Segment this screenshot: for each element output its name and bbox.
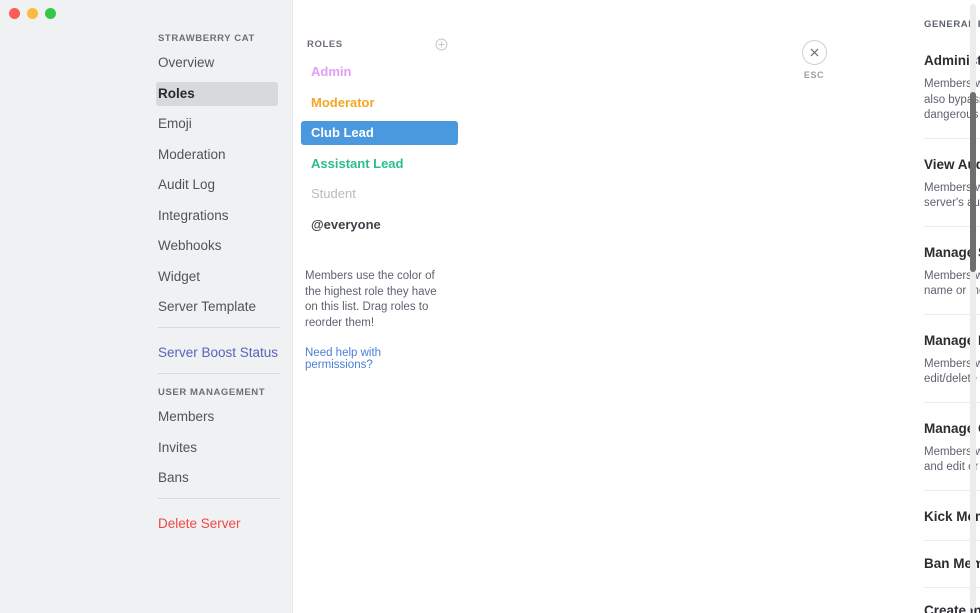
roles-list-panel: ROLES Admin Moderator Club Lead Assistan… (292, 0, 462, 613)
settings-sidebar: STRAWBERRY CAT Overview Roles Emoji Mode… (0, 0, 292, 613)
sidebar-server-header: STRAWBERRY CAT (158, 33, 255, 44)
sidebar-item-overview[interactable]: Overview (156, 51, 278, 75)
permissions-panel: GENERAL PERMISSIONS Administrator Member… (462, 0, 980, 613)
sidebar-divider-2 (158, 373, 280, 374)
window-minimize-button[interactable] (27, 8, 38, 19)
role-item-admin[interactable]: Admin (301, 60, 458, 84)
window-traffic-lights (9, 8, 56, 19)
role-item-everyone[interactable]: @everyone (301, 213, 458, 237)
role-item-student[interactable]: Student (301, 182, 458, 206)
sidebar-divider-1 (158, 327, 280, 328)
sidebar-user-management-header: USER MANAGEMENT (158, 387, 266, 398)
role-item-club-lead[interactable]: Club Lead (301, 121, 458, 145)
plus-circle-icon[interactable] (435, 38, 448, 51)
close-x-icon (810, 48, 818, 57)
scrollbar-thumb[interactable] (970, 92, 976, 272)
sidebar-item-audit-log[interactable]: Audit Log (156, 173, 278, 197)
sidebar-item-integrations[interactable]: Integrations (156, 204, 278, 228)
sidebar-item-moderation[interactable]: Moderation (156, 143, 278, 167)
window-zoom-button[interactable] (45, 8, 56, 19)
sidebar-item-server-boost-status[interactable]: Server Boost Status (156, 341, 278, 365)
close-circle (801, 40, 827, 65)
sidebar-item-invites[interactable]: Invites (156, 436, 278, 460)
server-settings-window: STRAWBERRY CAT Overview Roles Emoji Mode… (0, 0, 980, 613)
role-item-moderator[interactable]: Moderator (301, 91, 458, 115)
sidebar-item-delete-server[interactable]: Delete Server (156, 512, 278, 536)
roles-help-link[interactable]: Need help with permissions? (293, 331, 462, 371)
sidebar-item-bans[interactable]: Bans (156, 466, 278, 490)
roles-panel-title: ROLES (307, 39, 343, 50)
sidebar-item-roles[interactable]: Roles (156, 81, 278, 106)
window-close-button[interactable] (9, 8, 20, 19)
close-settings-button[interactable]: ESC (794, 40, 834, 80)
sidebar-item-widget[interactable]: Widget (156, 265, 278, 289)
sidebar-item-webhooks[interactable]: Webhooks (156, 234, 278, 258)
sidebar-item-members[interactable]: Members (156, 405, 278, 429)
roles-help-note: Members use the color of the highest rol… (305, 270, 437, 329)
sidebar-item-emoji[interactable]: Emoji (156, 112, 278, 136)
sidebar-divider-3 (158, 498, 280, 499)
roles-panel-header: ROLES (293, 38, 462, 51)
role-item-assistant-lead[interactable]: Assistant Lead (301, 152, 458, 176)
close-esc-label: ESC (803, 70, 825, 80)
sidebar-item-server-template[interactable]: Server Template (156, 295, 278, 319)
